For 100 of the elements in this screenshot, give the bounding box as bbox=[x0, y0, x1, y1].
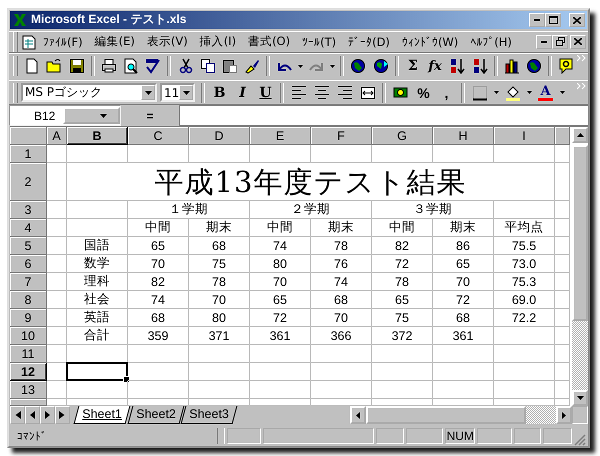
minimize-button[interactable] bbox=[529, 12, 545, 27]
row-header[interactable]: 9 bbox=[10, 309, 47, 328]
close-icon bbox=[573, 16, 581, 24]
row-header[interactable]: 13 bbox=[10, 381, 47, 400]
column-header[interactable]: B bbox=[67, 127, 128, 146]
menu-item[interactable]: ｳｨﾝﾄﾞｳ(W) bbox=[396, 32, 464, 51]
table-cell: 中間 bbox=[250, 219, 311, 238]
close-button[interactable] bbox=[569, 12, 585, 27]
column-header[interactable]: E bbox=[250, 127, 311, 146]
table-cell: 65 bbox=[372, 291, 433, 310]
table-cell: 371 bbox=[189, 327, 250, 346]
more-chevron-icon[interactable] bbox=[577, 54, 586, 62]
table-cell: 359 bbox=[128, 327, 189, 346]
scrollbar-thumb[interactable] bbox=[366, 406, 526, 424]
table-cell: 72 bbox=[250, 309, 311, 328]
toolbar-button[interactable]: % bbox=[412, 82, 435, 104]
close-button[interactable] bbox=[570, 34, 586, 49]
row-header[interactable]: 3 bbox=[10, 201, 47, 220]
row-header[interactable]: 7 bbox=[10, 273, 47, 292]
column-header[interactable]: H bbox=[433, 127, 494, 146]
row-header[interactable]: 1 bbox=[10, 145, 47, 164]
first-sheet-button[interactable] bbox=[10, 406, 25, 424]
table-cell: 期末 bbox=[433, 219, 494, 238]
row-header[interactable]: 12 bbox=[10, 363, 47, 382]
toolbar-button[interactable]: Σ bbox=[402, 55, 424, 78]
menu-item[interactable]: 表示(V) bbox=[140, 32, 194, 52]
font-size-dropdown[interactable]: 11 bbox=[160, 83, 195, 102]
table-cell: 理科 bbox=[67, 273, 128, 292]
scroll-up-button[interactable] bbox=[572, 127, 588, 144]
table-cell: 国語 bbox=[67, 237, 128, 256]
toolbar-button[interactable]: I bbox=[231, 82, 254, 104]
toolbar-button[interactable]: B bbox=[208, 82, 231, 104]
row-header[interactable]: 2 bbox=[10, 163, 47, 202]
last-sheet-button[interactable] bbox=[55, 406, 70, 424]
new-file-icon bbox=[24, 58, 40, 74]
row-header[interactable]: 8 bbox=[10, 291, 47, 310]
caret-icon[interactable] bbox=[330, 64, 335, 68]
minimize-button[interactable] bbox=[536, 34, 552, 49]
align-center-icon bbox=[314, 85, 330, 100]
scrollbar-thumb[interactable] bbox=[572, 145, 588, 322]
column-header[interactable]: G bbox=[372, 127, 433, 146]
table-cell: 82 bbox=[372, 237, 433, 256]
more-chevron-icon[interactable] bbox=[577, 82, 586, 90]
right-arrow-icon bbox=[562, 412, 566, 419]
font-color-button[interactable]: A bbox=[534, 82, 557, 104]
column-header[interactable]: I bbox=[494, 127, 555, 146]
maximize-button[interactable] bbox=[545, 12, 561, 27]
row-header[interactable]: 5 bbox=[10, 237, 47, 256]
previous-sheet-button[interactable] bbox=[25, 406, 40, 424]
caret-icon[interactable] bbox=[494, 91, 498, 94]
column-header[interactable] bbox=[555, 127, 570, 146]
name-box[interactable]: B12 bbox=[9, 105, 121, 126]
menu-item[interactable]: 書式(O) bbox=[242, 32, 296, 52]
restore-button[interactable] bbox=[552, 34, 568, 49]
sheet-tab[interactable]: Sheet3 bbox=[180, 406, 238, 424]
select-all-button[interactable] bbox=[10, 127, 47, 146]
status-indicator: NUM bbox=[445, 428, 476, 444]
table-cell: 73.0 bbox=[494, 255, 555, 274]
table-cell: 72 bbox=[372, 255, 433, 274]
row-header[interactable]: 4 bbox=[10, 219, 47, 238]
row-header[interactable]: 11 bbox=[10, 345, 47, 364]
toolbar-button[interactable]: U bbox=[254, 82, 277, 104]
column-header[interactable]: C bbox=[128, 127, 189, 146]
table-cell: 68 bbox=[189, 237, 250, 256]
up-arrow-icon bbox=[576, 133, 584, 138]
table-cell: 69.0 bbox=[494, 291, 555, 310]
next-sheet-button[interactable] bbox=[40, 406, 55, 424]
resize-grip-icon[interactable] bbox=[574, 434, 586, 446]
menu-item[interactable]: ﾍﾙﾌﾟ(H) bbox=[464, 32, 518, 51]
table-cell: 74 bbox=[311, 273, 372, 292]
menu-item[interactable]: ﾂｰﾙ(T) bbox=[296, 32, 342, 51]
row-header[interactable]: 6 bbox=[10, 255, 47, 274]
scroll-right-button[interactable] bbox=[556, 406, 572, 424]
scroll-down-button[interactable] bbox=[572, 390, 588, 406]
table-cell: 80 bbox=[250, 255, 311, 274]
column-header[interactable]: D bbox=[189, 127, 250, 146]
caret-icon[interactable] bbox=[526, 91, 532, 94]
minimize-icon bbox=[534, 19, 540, 22]
menu-item[interactable]: 編集(E) bbox=[88, 32, 141, 52]
caret-icon[interactable] bbox=[560, 91, 564, 94]
formula-input[interactable] bbox=[179, 105, 588, 126]
caret-icon bbox=[144, 90, 152, 95]
toolbar-button[interactable]: , bbox=[435, 82, 458, 104]
scroll-left-button[interactable] bbox=[350, 406, 366, 424]
toolbar-button[interactable]: fx bbox=[424, 55, 446, 78]
sheet-tab[interactable]: Sheet2 bbox=[127, 406, 184, 424]
globe-icon bbox=[350, 58, 366, 74]
sheet-tab[interactable]: Sheet1 bbox=[74, 406, 130, 424]
table-cell: 68 bbox=[311, 291, 372, 310]
window-title: Microsoft Excel - テスト.xls bbox=[31, 11, 188, 28]
row-header[interactable] bbox=[10, 399, 47, 406]
menu-item[interactable]: ﾌｧｲﾙ(F) bbox=[37, 32, 89, 51]
table-cell: 中間 bbox=[128, 219, 189, 238]
column-header[interactable]: A bbox=[47, 127, 67, 146]
menu-item[interactable]: ﾃﾞｰﾀ(D) bbox=[342, 32, 396, 51]
column-header[interactable]: F bbox=[311, 127, 372, 146]
row-header[interactable]: 10 bbox=[10, 327, 47, 346]
font-name-dropdown[interactable]: MS Pゴシック bbox=[21, 83, 157, 102]
menu-item[interactable]: 挿入(I) bbox=[194, 32, 242, 52]
caret-icon[interactable] bbox=[298, 64, 303, 68]
